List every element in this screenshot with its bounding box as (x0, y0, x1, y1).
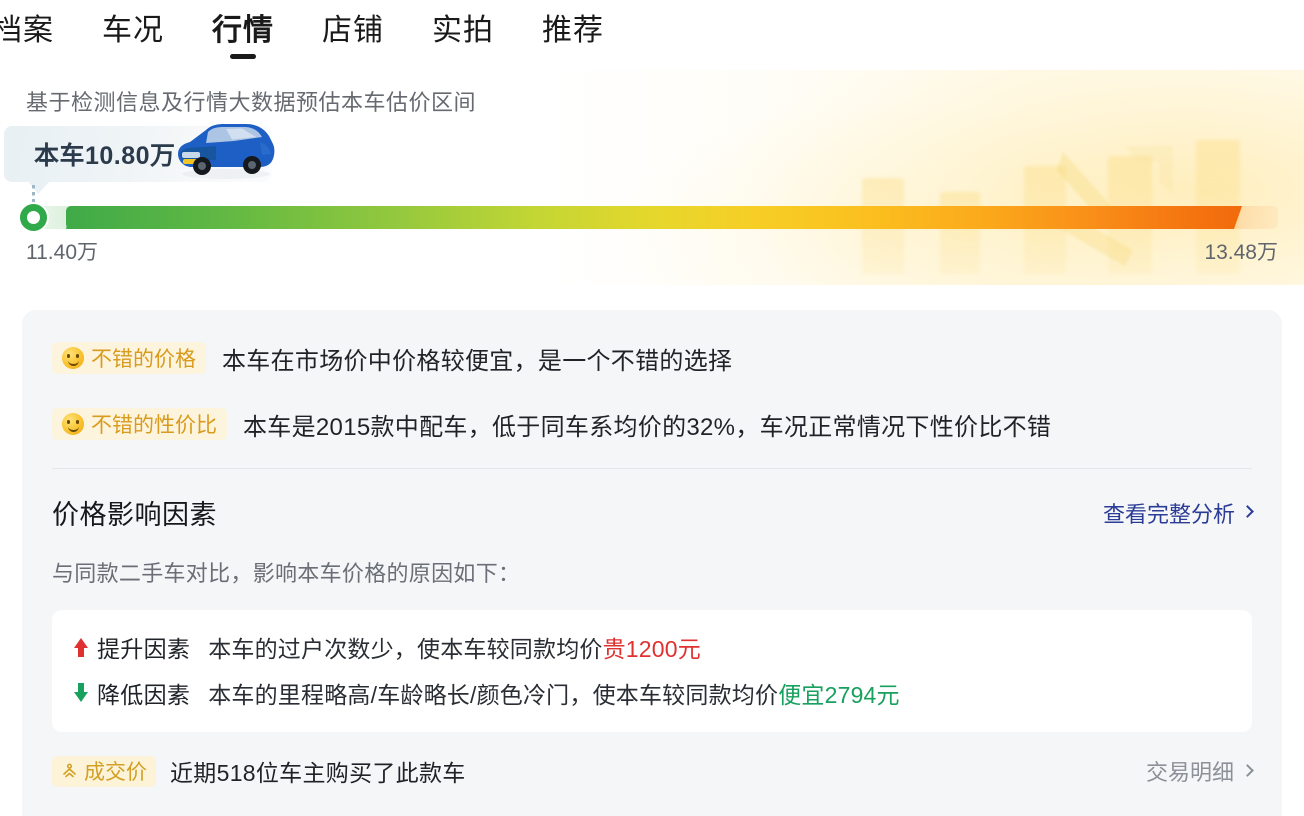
current-price-callout: 本车10.80万 (4, 124, 275, 194)
factor-row-decrease: 降低因素 本车的里程略高/车龄略长/颜色冷门，使本车较同款均价便宜2794元 (74, 670, 1230, 716)
car-photo (178, 124, 275, 179)
assessment-badge-price: 不错的价格 (52, 342, 206, 374)
price-range-bar (26, 206, 1278, 229)
range-max-label: 13.48万 (1204, 241, 1278, 264)
top-nav: 档案 车况 行情 店铺 实拍 推荐 (0, 0, 1304, 70)
assessment-row-value: 不错的性价比 本车是2015款中配车，低于同车系均价的32%，车况正常情况下性价… (52, 404, 1252, 444)
nav-tab-label: 车况 (102, 14, 164, 47)
nav-tab-label: 店铺 (322, 14, 384, 47)
assessment-text-price: 本车在市场价中价格较便宜，是一个不错的选择 (222, 347, 733, 375)
arrow-down-icon (74, 683, 88, 702)
bar-gradient-fill (66, 206, 1242, 229)
view-full-analysis-label: 查看完整分析 (1102, 501, 1235, 527)
assessment-text-value: 本车是2015款中配车，低于同车系均价的32%，车况正常情况下性价比不错 (243, 413, 1052, 441)
deal-summary-text: 近期518位车主购买了此款车 (170, 760, 466, 786)
watermark-bar-icon (940, 192, 980, 274)
nav-tab-hangqing[interactable]: 行情 (212, 11, 274, 59)
transaction-details-label: 交易明细 (1145, 760, 1234, 785)
watermark-trend-arrow-icon (1057, 146, 1173, 266)
factor-description-text: 本车的过户次数少，使本车较同款均价 (208, 636, 603, 662)
assessment-badge-label: 不错的价格 (91, 348, 196, 371)
transaction-details-link[interactable]: 交易明细 (1145, 755, 1254, 787)
deal-summary-left: 成交价 近期518位车主购买了此款车 (52, 754, 466, 788)
assessment-badge-label: 不错的性价比 (91, 414, 217, 437)
nav-tab-chekuang[interactable]: 车况 (102, 11, 164, 59)
price-position-marker (20, 204, 47, 231)
card-divider (52, 468, 1252, 469)
market-price-page: 档案 车况 行情 店铺 实拍 推荐 基于检测信息及行情大数据预估本车估价区间 本… (0, 0, 1304, 816)
assessment-badge-value: 不错的性价比 (52, 408, 227, 440)
nav-tab-dangan[interactable]: 档案 (0, 11, 54, 59)
factor-label: 降低因素 (97, 682, 191, 708)
nav-tab-tuijian[interactable]: 推荐 (542, 11, 604, 59)
price-bubble: 本车10.80万 (4, 124, 275, 194)
factors-section-header: 价格影响因素 查看完整分析 (52, 493, 1254, 532)
nav-tab-dianpu[interactable]: 店铺 (322, 11, 384, 59)
range-min-label: 11.40万 (26, 241, 98, 264)
nav-tab-label: 档案 (0, 14, 54, 47)
deal-price-badge: 成交价 (52, 755, 156, 787)
deal-summary-row: 成交价 近期518位车主购买了此款车 交易明细 (52, 754, 1254, 788)
deal-badge-label: 成交价 (84, 761, 147, 784)
smiley-face-icon (62, 347, 84, 369)
view-full-analysis-link[interactable]: 查看完整分析 (1102, 497, 1254, 529)
nav-tab-label: 推荐 (542, 14, 604, 47)
chevron-right-icon (1241, 505, 1254, 518)
nav-tab-label: 实拍 (432, 14, 494, 47)
factor-label: 提升因素 (97, 636, 191, 662)
factor-description: 本车的过户次数少，使本车较同款均价贵1200元 (208, 630, 701, 664)
factors-list: 提升因素 本车的过户次数少，使本车较同款均价贵1200元 降低因素 本车的里程略… (52, 610, 1252, 732)
nav-tab-shipai[interactable]: 实拍 (432, 11, 494, 59)
factor-description-text: 本车的里程略高/车龄略长/颜色冷门，使本车较同款均价 (208, 682, 779, 708)
factors-subtitle: 与同款二手车对比，影响本车价格的原因如下： (52, 561, 521, 586)
smiley-face-icon (62, 413, 84, 435)
arrow-up-icon (74, 638, 88, 657)
hero-caption: 基于检测信息及行情大数据预估本车估价区间 (26, 90, 477, 115)
analysis-card: 不错的价格 本车在市场价中价格较便宜，是一个不错的选择 不错的性价比 本车是20… (22, 310, 1282, 816)
factor-row-increase: 提升因素 本车的过户次数少，使本车较同款均价贵1200元 (74, 624, 1230, 670)
bubble-price-label: 本车10.80万 (34, 142, 176, 170)
factor-highlight-increase: 贵1200元 (602, 636, 701, 662)
factor-description: 本车的里程略高/车龄略长/颜色冷门，使本车较同款均价便宜2794元 (208, 676, 900, 710)
factor-highlight-decrease: 便宜2794元 (778, 682, 900, 708)
page-title: 价格影响因素 (52, 500, 217, 530)
assessment-row-price: 不错的价格 本车在市场价中价格较便宜，是一个不错的选择 (52, 338, 1252, 378)
handshake-icon (63, 763, 76, 777)
nav-tab-label: 行情 (212, 14, 274, 47)
chevron-right-icon (1241, 763, 1254, 777)
